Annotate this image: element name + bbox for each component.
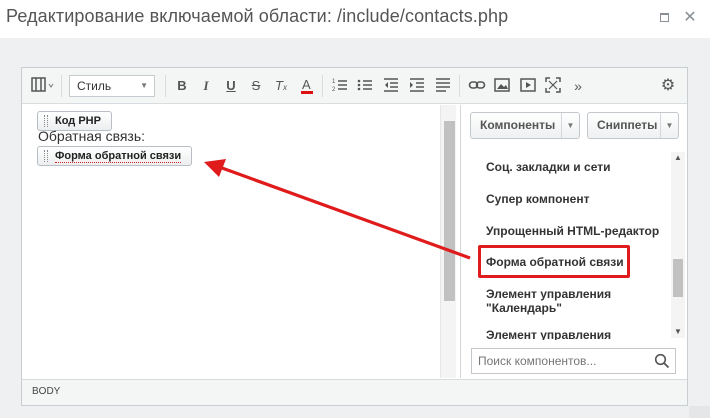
chevron-down-icon[interactable]: ▼ — [660, 113, 678, 138]
maximize-icon[interactable] — [654, 8, 674, 28]
scroll-up-icon[interactable]: ▲ — [671, 152, 685, 164]
svg-text:A: A — [302, 77, 311, 92]
html-editor: Стиль ▼ B I U S Tx A 12 » ⚙ Код PHP Обра… — [21, 67, 688, 406]
feedback-form-chip[interactable]: Форма обратной связи — [37, 146, 192, 166]
image-icon[interactable] — [493, 76, 511, 96]
editor-scrollbar[interactable] — [440, 105, 456, 378]
bold-icon[interactable]: B — [173, 76, 191, 96]
editor-scrollbar-thumb[interactable] — [444, 121, 455, 301]
chevron-down-icon: ▼ — [140, 81, 148, 90]
status-bar: BODY — [22, 379, 687, 405]
components-button[interactable]: Компоненты ▼ — [470, 112, 580, 139]
component-search-input[interactable] — [478, 354, 648, 368]
style-select-label: Стиль — [77, 79, 112, 93]
component-list-scrollbar-thumb[interactable] — [673, 259, 683, 297]
scroll-down-icon[interactable]: ▼ — [671, 326, 685, 338]
unordered-list-icon[interactable] — [356, 76, 374, 96]
component-search-field[interactable] — [471, 348, 676, 374]
editor-toolbar: Стиль ▼ B I U S Tx A 12 » ⚙ — [22, 68, 687, 104]
component-list-scrollbar[interactable]: ▲ ▼ — [671, 152, 685, 338]
highlight-box — [478, 245, 630, 278]
italic-icon[interactable]: I — [197, 76, 215, 96]
drag-handle-icon — [44, 115, 48, 127]
video-icon[interactable] — [519, 76, 537, 96]
style-select[interactable]: Стиль ▼ — [69, 75, 155, 97]
chevron-down-icon[interactable]: ▼ — [561, 113, 579, 138]
dialog-title: Редактирование включаемой области: /incl… — [6, 6, 509, 26]
align-icon[interactable] — [434, 76, 452, 96]
toolbar-separator — [322, 75, 323, 97]
list-item[interactable]: Упрощенный HTML-редактор — [486, 224, 659, 238]
snippets-button-label: Сниппеты — [597, 118, 658, 132]
font-color-icon[interactable]: A — [298, 76, 316, 96]
svg-text:2: 2 — [332, 87, 336, 93]
editor-text-line: Обратная связь: — [38, 128, 146, 144]
fullscreen-icon[interactable] — [544, 76, 562, 96]
snippets-button[interactable]: Сниппеты ▼ — [587, 112, 679, 139]
close-icon[interactable]: ✕ — [680, 8, 700, 28]
element-path[interactable]: BODY — [32, 386, 60, 397]
list-item[interactable]: Соц. закладки и сети — [486, 160, 610, 174]
source-icon[interactable] — [30, 76, 56, 96]
components-button-label: Компоненты — [480, 118, 556, 132]
dialog-titlebar: Редактирование включаемой области: /incl… — [0, 0, 710, 38]
dialog: Редактирование включаемой области: /incl… — [0, 0, 710, 418]
search-icon[interactable] — [654, 353, 670, 369]
link-icon[interactable] — [468, 76, 486, 96]
list-item[interactable]: Элемент управления — [486, 328, 611, 340]
toolbar-separator — [61, 75, 62, 97]
outdent-icon[interactable] — [382, 76, 400, 96]
panel-splitter[interactable] — [460, 105, 461, 378]
indent-icon[interactable] — [408, 76, 426, 96]
clear-format-icon[interactable]: Tx — [272, 76, 290, 96]
toolbar-separator — [165, 75, 166, 97]
strikethrough-icon[interactable]: S — [247, 76, 265, 96]
toolbar-separator — [459, 75, 460, 97]
component-list: Соц. закладки и сети Супер компонент Упр… — [470, 148, 687, 340]
drag-handle-icon — [44, 150, 48, 162]
settings-icon[interactable]: ⚙ — [659, 76, 677, 96]
underline-icon[interactable]: U — [222, 76, 240, 96]
list-item[interactable]: Супер компонент — [486, 192, 589, 206]
php-code-chip-label: Код PHP — [55, 115, 101, 127]
resize-corner[interactable] — [689, 406, 710, 418]
feedback-form-chip-label: Форма обратной связи — [55, 150, 182, 163]
more-icon[interactable]: » — [569, 76, 587, 96]
svg-text:1: 1 — [332, 79, 336, 85]
ordered-list-icon[interactable]: 12 — [331, 76, 349, 96]
list-item[interactable]: Элемент управления "Календарь" — [486, 287, 656, 315]
